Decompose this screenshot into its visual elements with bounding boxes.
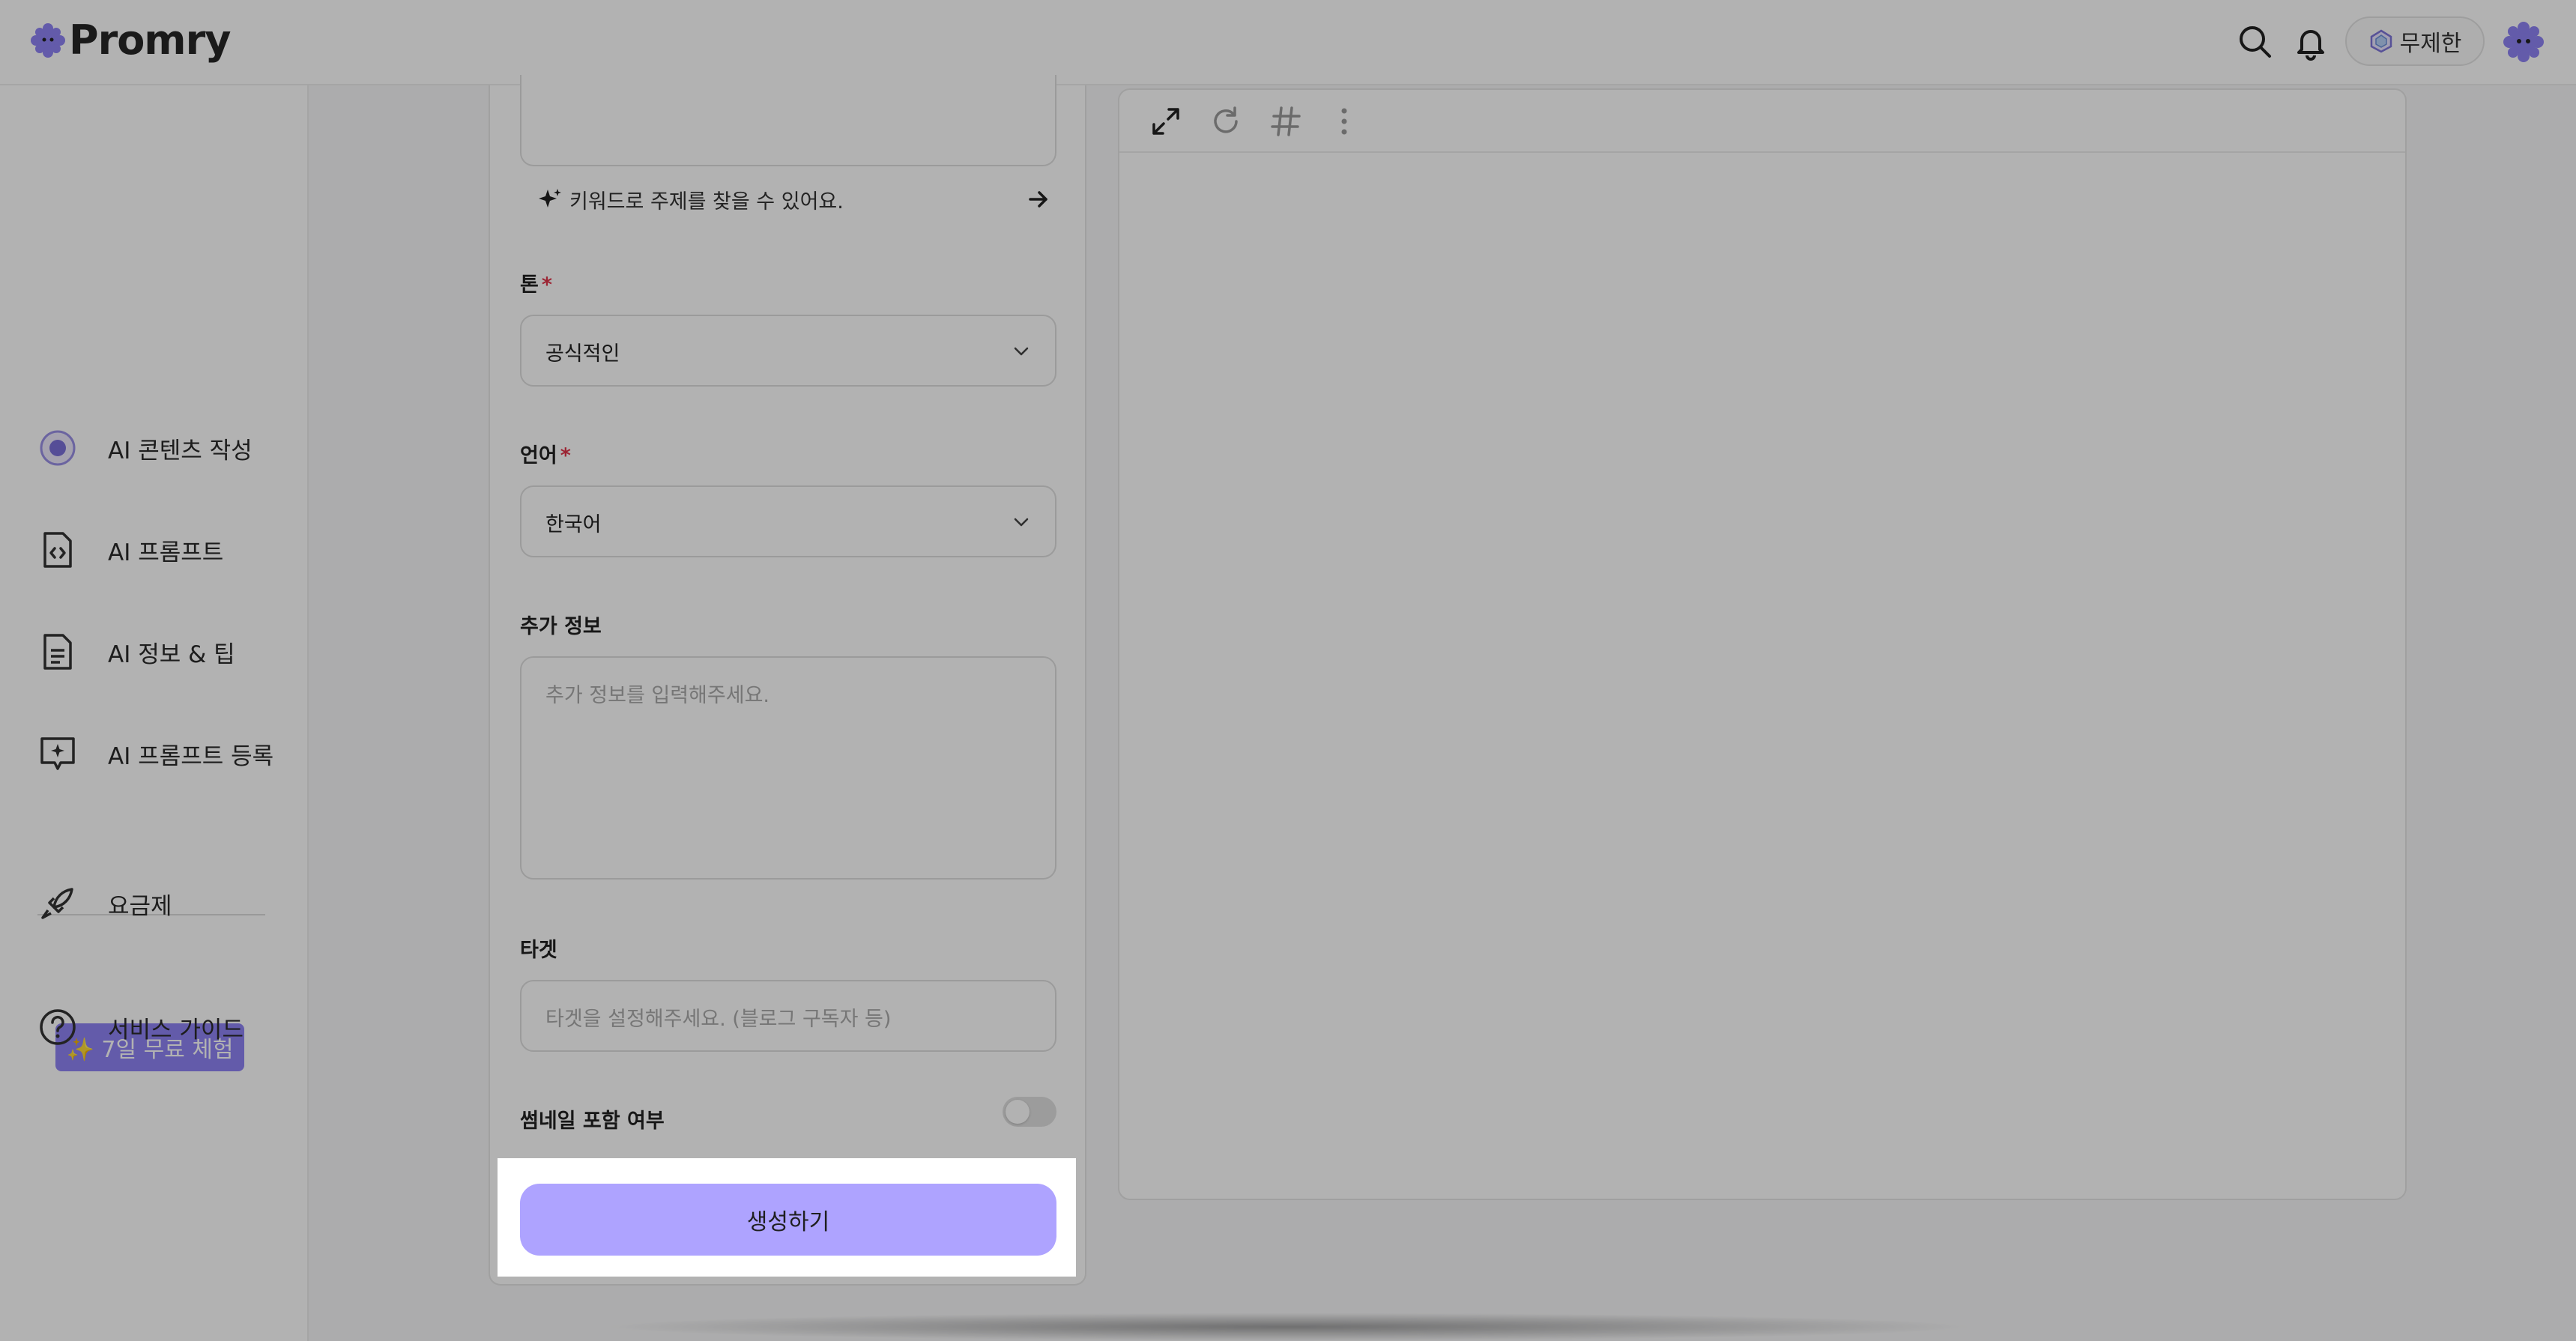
sidebar: AI 콘텐츠 작성 AI 프롬프트 AI 정보 & 팁 AI 프롬프트 등록 요…: [0, 85, 309, 1341]
sparkle-icon: [539, 189, 561, 208]
brand-name: Promry: [69, 16, 231, 64]
sidebar-item-label: AI 정보 & 팁: [108, 641, 235, 668]
sparkle-chat-icon: [37, 733, 78, 774]
language-label: 언어 *: [520, 439, 571, 468]
ai-content-icon: [37, 428, 78, 468]
sidebar-item-label: 서비스 가이드: [108, 1016, 244, 1044]
keyword-hint-text: 키워드로 주제를 찾을 수 있어요.: [569, 190, 844, 214]
sidebar-item-service-guide[interactable]: 서비스 가이드: [37, 1003, 244, 1051]
tone-value: 공식적인: [545, 342, 620, 366]
language-select[interactable]: 한국어: [520, 485, 1056, 557]
extra-info-placeholder: 추가 정보를 입력해주세요.: [545, 684, 770, 707]
target-placeholder: 타겟을 설정해주세요. (블로그 구독자 등): [545, 1008, 892, 1031]
sidebar-item-pricing[interactable]: 요금제: [37, 880, 172, 927]
help-icon: [37, 1007, 78, 1047]
hashtag-icon[interactable]: [1268, 103, 1304, 139]
expand-icon[interactable]: [1148, 103, 1184, 139]
sidebar-item-label: AI 프롬프트: [108, 539, 224, 566]
output-panel: [1118, 88, 2407, 1200]
document-icon: [37, 632, 78, 672]
thumbnail-label: 썸네일 포함 여부: [520, 1110, 665, 1133]
tone-label-text: 톤: [520, 273, 539, 297]
extra-info-textarea[interactable]: 추가 정보를 입력해주세요.: [520, 656, 1056, 880]
plan-label: 무제한: [2399, 31, 2462, 57]
refresh-icon[interactable]: [1208, 103, 1244, 139]
language-label-text: 언어: [520, 444, 557, 467]
keyword-search-link[interactable]: 키워드로 주제를 찾을 수 있어요.: [538, 178, 1050, 220]
arrow-right-icon: [1029, 191, 1047, 208]
code-file-icon: [37, 530, 78, 570]
sidebar-item-label: 요금제: [108, 892, 172, 920]
logo-icon: [31, 22, 65, 58]
toggle-knob: [1006, 1100, 1030, 1124]
generate-button[interactable]: 생성하기: [520, 1184, 1056, 1256]
tone-select[interactable]: 공식적인: [520, 315, 1056, 387]
plan-gem-icon: [2370, 29, 2392, 53]
sidebar-item-ai-info[interactable]: AI 정보 & 팁: [37, 628, 235, 676]
more-vertical-icon[interactable]: [1326, 103, 1362, 139]
logo[interactable]: Promry: [30, 16, 231, 64]
required-mark: *: [541, 273, 552, 297]
rocket-icon: [37, 883, 78, 924]
chevron-down-icon: [1014, 347, 1029, 356]
required-mark: *: [560, 444, 571, 467]
language-value: 한국어: [545, 513, 602, 536]
top-header: Promry 무제한: [0, 0, 2576, 85]
search-icon[interactable]: [2236, 22, 2275, 61]
sidebar-item-ai-prompt-register[interactable]: AI 프롬프트 등록: [37, 730, 273, 778]
sidebar-item-label: AI 콘텐츠 작성: [108, 437, 253, 464]
thumbnail-toggle[interactable]: [1003, 1097, 1056, 1127]
extra-info-label: 추가 정보: [520, 615, 602, 638]
output-toolbar: [1119, 90, 2405, 153]
sidebar-item-label: AI 프롬프트 등록: [108, 742, 274, 770]
target-input[interactable]: 타겟을 설정해주세요. (블로그 구독자 등): [520, 980, 1056, 1052]
chevron-down-icon: [1014, 518, 1029, 527]
sidebar-item-ai-content[interactable]: AI 콘텐츠 작성: [37, 424, 253, 472]
floating-shadow: [599, 1313, 1978, 1341]
avatar[interactable]: [2501, 19, 2546, 64]
bell-icon[interactable]: [2291, 22, 2330, 61]
tone-label: 톤 *: [520, 268, 552, 297]
plan-badge[interactable]: 무제한: [2345, 16, 2485, 66]
sidebar-item-ai-prompt[interactable]: AI 프롬프트: [37, 526, 223, 574]
keyword-textarea[interactable]: [520, 75, 1056, 166]
target-label: 타겟: [520, 939, 557, 962]
